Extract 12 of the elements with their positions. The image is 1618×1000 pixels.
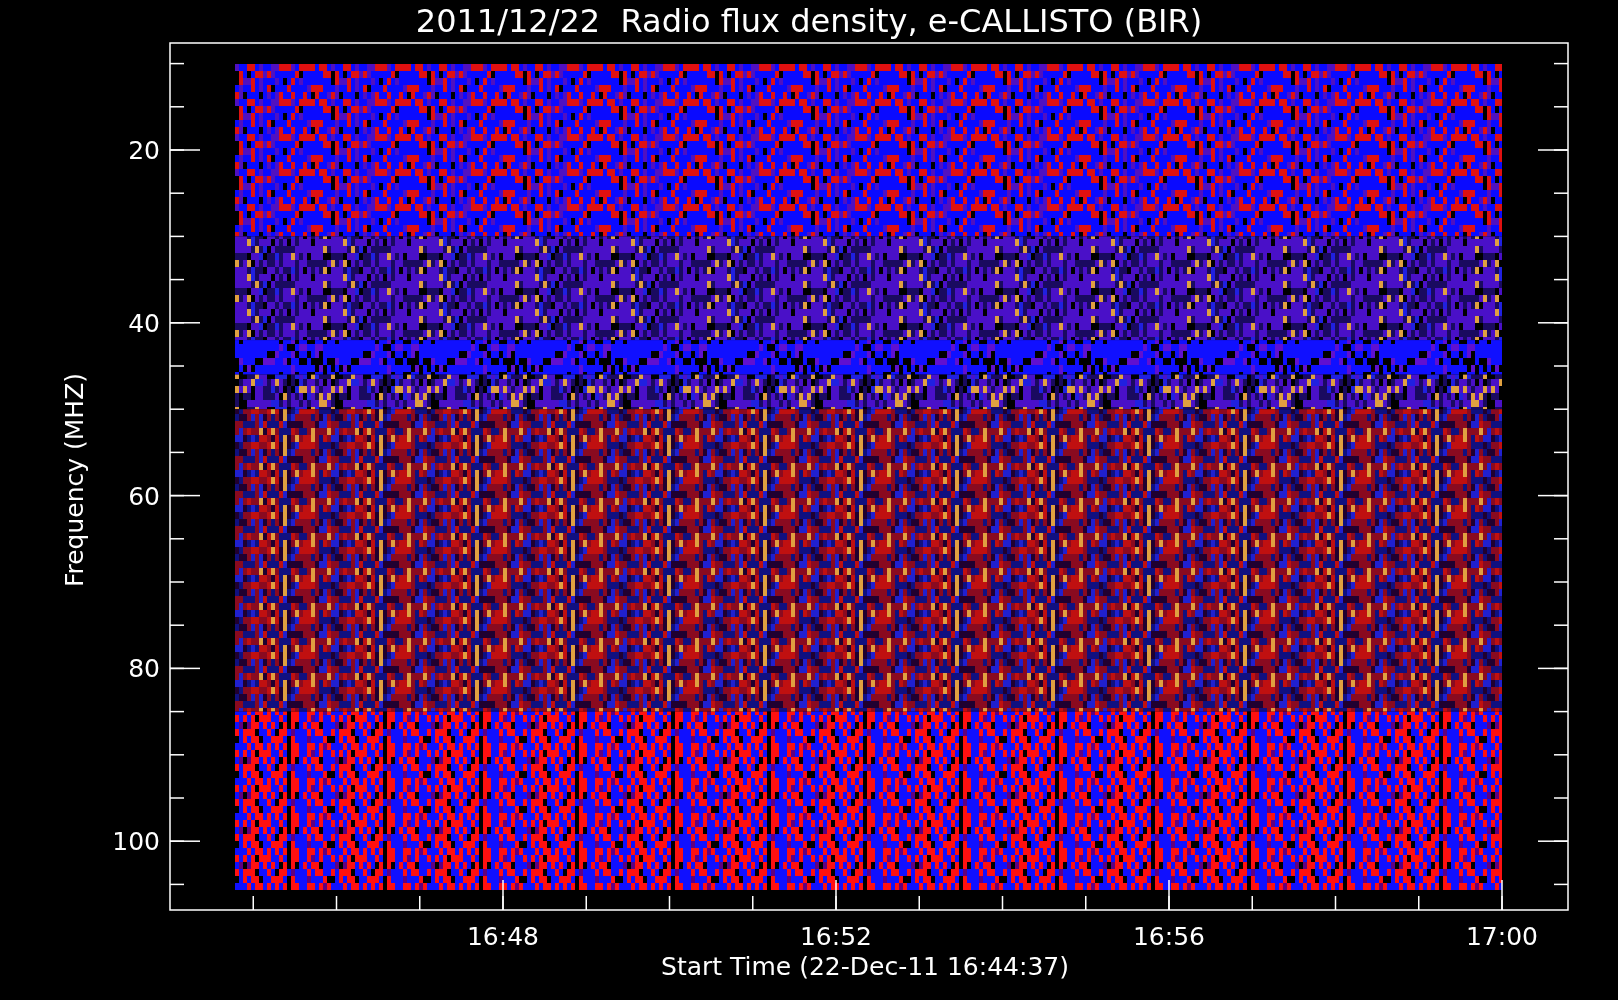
y-tick-label: 60 — [128, 481, 160, 511]
x-tick-label: 17:00 — [1466, 922, 1538, 951]
y-tick-label: 80 — [128, 654, 160, 684]
chart-title: 2011/12/22 Radio flux density, e-CALLISTO (BIR) — [415, 2, 1203, 40]
y-tick-label: 100 — [112, 827, 160, 857]
y-tick-label: 40 — [128, 308, 160, 338]
x-axis-label: Start Time (22-Dec-11 16:44:37) — [661, 952, 1069, 981]
x-tick-label: 16:56 — [1133, 922, 1205, 951]
y-axis-label: Frequency (MHZ) — [60, 372, 89, 588]
x-tick-label: 16:52 — [800, 922, 872, 951]
y-tick-label: 20 — [128, 136, 160, 165]
x-tick-label: 16:48 — [467, 922, 539, 951]
